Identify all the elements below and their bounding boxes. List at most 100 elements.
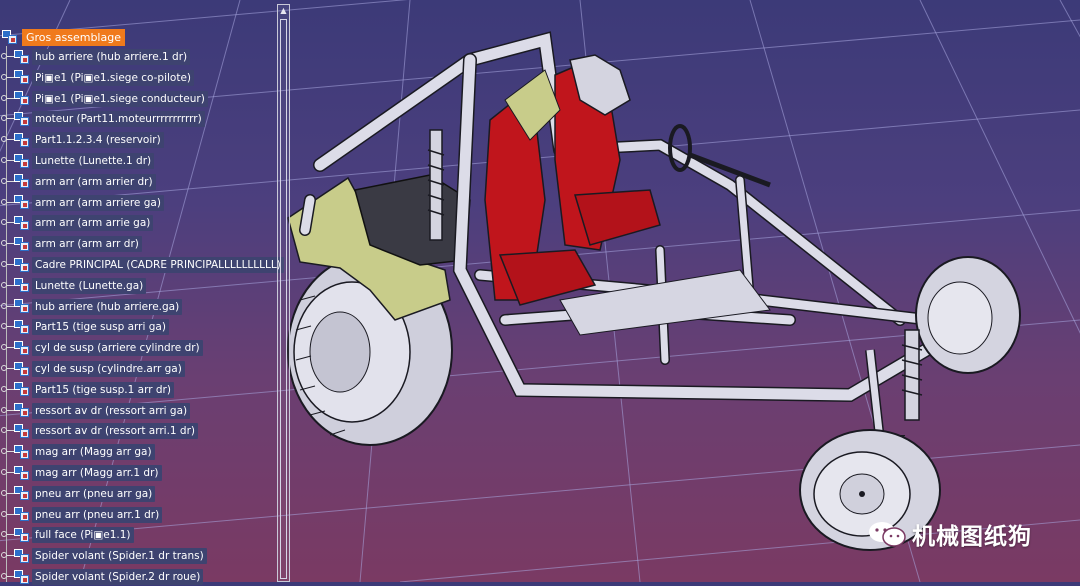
tree-node[interactable]: ressort av dr (ressort arri ga) xyxy=(0,402,191,420)
tree-node[interactable]: cyl de susp (cylindre.arr ga) xyxy=(0,360,185,378)
tree-expander-icon[interactable] xyxy=(0,360,14,378)
tree-node[interactable]: arm arr (arm arrie ga) xyxy=(0,214,154,232)
tree-expander-icon[interactable] xyxy=(0,422,14,440)
part-icon xyxy=(14,174,30,189)
tree-node-label[interactable]: arm arr (arm arrie ga) xyxy=(32,215,154,232)
part-icon xyxy=(14,132,30,148)
part-icon xyxy=(14,195,30,210)
tree-node-label[interactable]: hub arriere (hub arriere.ga) xyxy=(32,298,183,315)
tree-node[interactable]: Part15 (tige susp.1 arr dr) xyxy=(0,381,174,399)
tree-expander-icon[interactable] xyxy=(0,90,14,108)
tree-node-label[interactable]: Part1.1.2.3.4 (reservoir) xyxy=(32,132,164,149)
tree-node[interactable]: Spider volant (Spider.2 dr roue) xyxy=(0,568,204,586)
tree-node[interactable]: ressort av dr (ressort arri.1 dr) xyxy=(0,422,199,440)
part-icon xyxy=(14,111,30,127)
tree-node[interactable]: pneu arr (pneu arr.1 dr) xyxy=(0,506,163,524)
tree-node-label[interactable]: full face (Pi▣e1.1) xyxy=(32,527,134,544)
part-icon xyxy=(14,507,30,522)
tree-expander-icon[interactable] xyxy=(0,402,14,420)
tree-node-label[interactable]: Cadre PRINCIPAL (CADRE PRINCIPALLLLLLLLL… xyxy=(32,257,284,273)
tree-expander-icon[interactable] xyxy=(0,506,14,524)
tree-node-label[interactable]: Pi▣e1 (Pi▣e1.siege co-pilote) xyxy=(32,69,195,86)
tree-node-label[interactable]: arm arr (arm arrier dr) xyxy=(32,173,156,190)
watermark-text: 机械图纸狗 xyxy=(912,524,1032,550)
tree-expander-icon[interactable] xyxy=(0,464,14,482)
tree-node[interactable]: moteur (Part11.moteurrrrrrrrrrr) xyxy=(0,110,205,128)
tree-node-label[interactable]: Lunette (Lunette.1 dr) xyxy=(32,153,155,169)
tree-node-label[interactable]: Part15 (tige susp arri ga) xyxy=(32,319,169,336)
tree-expander-icon[interactable] xyxy=(0,318,14,336)
tree-expander-icon[interactable] xyxy=(0,298,14,316)
tree-expander-icon[interactable] xyxy=(0,381,14,399)
tree-node-label[interactable]: Spider volant (Spider.2 dr roue) xyxy=(32,569,204,585)
tree-node-label[interactable]: mag arr (Magg arr ga) xyxy=(32,444,155,461)
tree-expander-icon[interactable] xyxy=(0,485,14,503)
tree-node-label[interactable]: ressort av dr (ressort arri.1 dr) xyxy=(32,423,199,440)
tree-node-label[interactable]: pneu arr (pneu arr ga) xyxy=(32,485,156,502)
tree-expander-icon[interactable] xyxy=(0,69,14,87)
tree-node-label[interactable]: cyl de susp (arriere cylindre dr) xyxy=(32,340,203,357)
tree-node[interactable]: hub arriere (hub arriere.ga) xyxy=(0,298,183,316)
rear-shock xyxy=(427,129,445,241)
tree-expander-icon[interactable] xyxy=(0,48,14,66)
tree-node-label[interactable]: Pi▣e1 (Pi▣e1.siege conducteur) xyxy=(32,90,208,107)
tree-expander-icon[interactable] xyxy=(0,173,14,191)
tree-node[interactable]: arm arr (arm arr dr) xyxy=(0,235,142,253)
part-icon xyxy=(14,361,30,377)
tree-node[interactable]: arm arr (arm arrier dr) xyxy=(0,173,156,191)
tree-node[interactable]: pneu arr (pneu arr ga) xyxy=(0,485,156,503)
part-icon xyxy=(14,299,30,314)
tree-node[interactable]: Cadre PRINCIPAL (CADRE PRINCIPALLLLLLLLL… xyxy=(0,256,284,274)
tree-expander-icon[interactable] xyxy=(0,110,14,128)
tree-expander-icon[interactable] xyxy=(0,194,14,212)
tree-expander-icon[interactable] xyxy=(0,256,14,274)
tree-node-label[interactable]: cyl de susp (cylindre.arr ga) xyxy=(32,361,185,377)
tree-scrollbar[interactable]: ▲ xyxy=(277,4,290,582)
tree-expander-icon[interactable] xyxy=(0,235,14,253)
tree-node[interactable]: Spider volant (Spider.1 dr trans) xyxy=(0,547,207,565)
tree-node-label[interactable]: arm arr (arm arr dr) xyxy=(32,236,142,253)
tree-node[interactable]: Part15 (tige susp arri ga) xyxy=(0,318,169,336)
tree-expander-icon[interactable] xyxy=(0,568,14,586)
tree-node-label[interactable]: hub arriere (hub arriere.1 dr) xyxy=(32,49,191,65)
tree-node-label[interactable]: Part15 (tige susp.1 arr dr) xyxy=(32,381,174,398)
tree-expander-icon[interactable] xyxy=(0,339,14,357)
tree-node-label[interactable]: moteur (Part11.moteurrrrrrrrrrr) xyxy=(32,111,205,128)
tree-node[interactable]: Pi▣e1 (Pi▣e1.siege conducteur) xyxy=(0,90,208,108)
tree-node-label[interactable]: pneu arr (pneu arr.1 dr) xyxy=(32,506,163,523)
tree-node[interactable]: mag arr (Magg arr ga) xyxy=(0,443,155,461)
tree-expander-icon[interactable] xyxy=(0,214,14,232)
tree-node[interactable]: arm arr (arm arriere ga) xyxy=(0,194,164,212)
tree-expander-icon[interactable] xyxy=(0,277,14,295)
tree-expander-icon[interactable] xyxy=(0,443,14,461)
part-icon xyxy=(14,548,30,564)
watermark: 机械图纸狗 xyxy=(868,517,1032,551)
tree-node[interactable]: Pi▣e1 (Pi▣e1.siege co-pilote) xyxy=(0,69,195,87)
tree-node-label[interactable]: ressort av dr (ressort arri ga) xyxy=(32,402,191,419)
part-icon xyxy=(14,257,30,273)
scroll-thumb[interactable] xyxy=(280,19,287,579)
tree-node[interactable]: Lunette (Lunette.ga) xyxy=(0,277,147,295)
tree-node-label[interactable]: arm arr (arm arriere ga) xyxy=(32,194,164,211)
tree-expander-icon[interactable] xyxy=(0,526,14,544)
tree-node[interactable]: full face (Pi▣e1.1) xyxy=(0,526,134,544)
tree-node-label[interactable]: Lunette (Lunette.ga) xyxy=(32,277,147,294)
tree-node-label[interactable]: mag arr (Magg arr.1 dr) xyxy=(32,465,162,481)
tree-node[interactable]: cyl de susp (arriere cylindre dr) xyxy=(0,339,203,357)
part-icon xyxy=(14,340,30,356)
scroll-up-arrow-icon[interactable]: ▲ xyxy=(278,5,289,17)
tree-expander-icon[interactable] xyxy=(0,152,14,170)
tree-node[interactable]: mag arr (Magg arr.1 dr) xyxy=(0,464,162,482)
tree-root-label[interactable]: Gros assemblage xyxy=(22,28,125,46)
part-icon xyxy=(14,236,30,252)
tree-expander-icon[interactable] xyxy=(0,131,14,149)
tree-root-node[interactable]: Gros assemblage xyxy=(2,28,125,46)
tree-node[interactable]: Part1.1.2.3.4 (reservoir) xyxy=(0,131,164,149)
tree-node-label[interactable]: Spider volant (Spider.1 dr trans) xyxy=(32,548,207,565)
tree-node[interactable]: Lunette (Lunette.1 dr) xyxy=(0,152,155,170)
tree-node[interactable]: hub arriere (hub arriere.1 dr) xyxy=(0,48,191,66)
tree-expander-icon[interactable] xyxy=(0,547,14,565)
specification-tree[interactable]: Gros assemblage hub arriere (hub arriere… xyxy=(0,0,300,585)
part-icon xyxy=(14,486,30,501)
part-icon xyxy=(14,423,30,439)
